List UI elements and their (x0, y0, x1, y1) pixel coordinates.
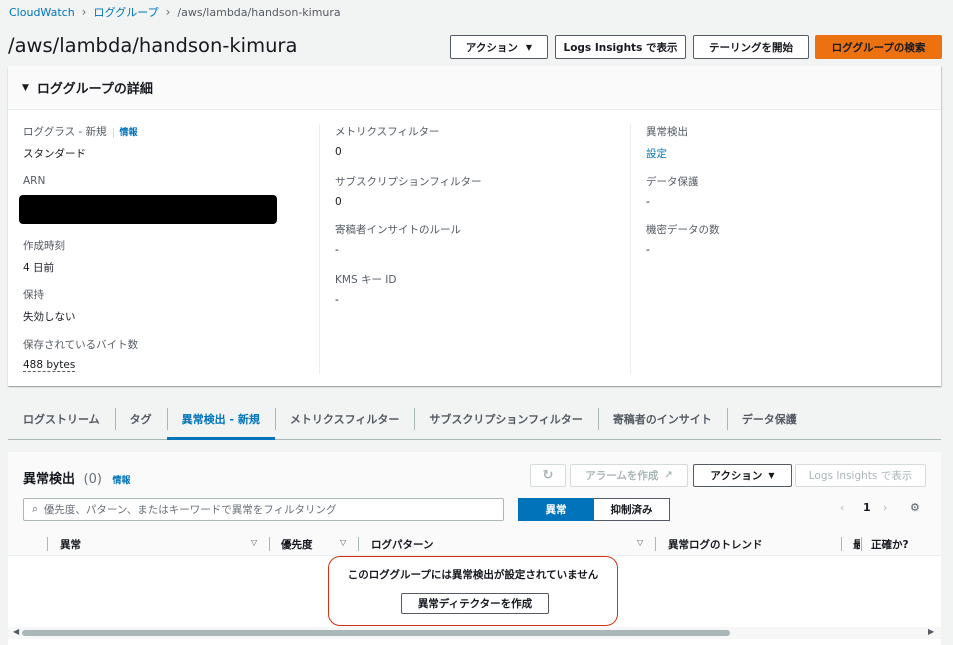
create-alarm-label: アラームを作成 (585, 470, 659, 482)
anomaly-actions-label: アクション (710, 470, 763, 482)
tab-contributor-insights[interactable]: 寄稿者のインサイト (597, 399, 727, 439)
anomaly-logs-insights-button[interactable]: Logs Insights で表示 (795, 464, 926, 487)
tab-anomaly-detection[interactable]: 異常検出 - 新規 (166, 399, 276, 440)
caret-down-icon: ▼ (768, 471, 775, 480)
sort-icon[interactable]: ▽ (251, 538, 257, 547)
breadcrumb-current: /aws/lambda/handson-kimura (177, 5, 341, 19)
scroll-right-icon[interactable]: ▶ (928, 627, 934, 636)
actions-label: アクション (465, 41, 518, 54)
search-log-group-button[interactable]: ロググループの検索 (815, 35, 942, 59)
next-page-icon[interactable]: › (883, 501, 887, 514)
subscription-filter-label: サブスクリプションフィルター (335, 176, 482, 188)
tab-metric-filters[interactable]: メトリクスフィルター (274, 399, 414, 439)
caret-down-icon: ▼ (525, 42, 533, 52)
breadcrumb-cloudwatch[interactable]: CloudWatch (9, 6, 75, 19)
stored-bytes-value[interactable]: 488 bytes (23, 359, 76, 372)
created-label: 作成時刻 (23, 240, 65, 252)
anomaly-table-header: 異常 ▽ 優先度 ▽ ログパターン ▽ 異常ログのトレンド 最 正確か? (8, 532, 941, 556)
col-truncated[interactable]: 最 (853, 537, 860, 552)
kms-key-label: KMS キー ID (335, 274, 397, 286)
subscription-filter-value: 0 (335, 196, 342, 208)
info-link[interactable]: 情報 (112, 128, 138, 138)
anomaly-label: 異常検出 (646, 126, 688, 138)
breadcrumb: CloudWatch › ロググループ › /aws/lambda/handso… (9, 4, 341, 20)
log-class-value: スタンダード (23, 148, 86, 160)
contributor-rules-value: - (335, 244, 339, 256)
anomaly-title: 異常検出 (23, 472, 76, 487)
tab-bar: ログストリーム タグ 異常検出 - 新規 メトリクスフィルター サブスクリプショ… (8, 399, 941, 440)
empty-state-message: このロググループには異常検出が設定されていません (347, 569, 599, 581)
chevron-right-icon: › (81, 5, 87, 19)
anomaly-count: (0) (83, 472, 102, 487)
data-protection-label: データ保護 (646, 176, 699, 188)
segment-anomalies[interactable]: 異常 (518, 498, 594, 521)
log-class-label: ロググラス - 新規 (23, 126, 107, 138)
create-anomaly-detector-button[interactable]: 異常ディテクターを作成 (401, 593, 549, 614)
sort-icon[interactable]: ▽ (637, 538, 643, 547)
arn-redacted-value (19, 195, 277, 224)
anomaly-actions-button[interactable]: アクション ▼ (693, 464, 792, 487)
external-link-icon: ↗ (664, 470, 673, 481)
page-title: /aws/lambda/handson-kimura (8, 34, 298, 57)
anomaly-header: 異常検出 (0) 情報 ↻ アラームを作成 ↗ アクション ▼ Logs Ins… (8, 452, 941, 532)
horizontal-scrollbar[interactable]: ◀ ▶ (8, 627, 941, 639)
col-accurate[interactable]: 正確か? (871, 537, 909, 552)
col-anomaly-trend[interactable]: 異常ログのトレンド (668, 537, 763, 552)
refresh-button[interactable]: ↻ (530, 464, 566, 487)
empty-state: このロググループには異常検出が設定されていません 異常ディテクターを作成 (328, 556, 618, 626)
kms-key-value: - (335, 294, 339, 306)
sensitive-data-label: 機密データの数 (646, 224, 720, 236)
arn-label: ARN (23, 175, 46, 187)
refresh-icon: ↻ (542, 468, 554, 483)
retention-label: 保持 (23, 289, 44, 301)
tab-log-streams[interactable]: ログストリーム (8, 399, 115, 439)
search-icon: ⌕ (32, 503, 38, 515)
sort-icon[interactable]: ▽ (340, 538, 346, 547)
caret-down-icon: ▼ (22, 82, 29, 93)
col-priority[interactable]: 優先度 (281, 537, 313, 552)
scroll-left-icon[interactable]: ◀ (13, 627, 19, 636)
contributor-rules-label: 寄稿者インサイトのルール (335, 224, 461, 236)
tab-data-protection[interactable]: データ保護 (726, 399, 812, 439)
create-alarm-button[interactable]: アラームを作成 ↗ (570, 464, 688, 487)
log-group-details-panel: ▼ ロググループの詳細 ロググラス - 新規 情報 スタンダード ARN 作成時刻… (8, 66, 941, 386)
logs-insights-button[interactable]: Logs Insights で表示 (555, 35, 686, 59)
anomaly-search-input[interactable]: ⌕ 優先度、パターン、またはキーワードで異常をフィルタリング (23, 498, 504, 521)
col-log-pattern[interactable]: ログパターン (371, 537, 433, 552)
search-placeholder: 優先度、パターン、またはキーワードで異常をフィルタリング (43, 504, 337, 516)
anomaly-detection-panel: 異常検出 (0) 情報 ↻ アラームを作成 ↗ アクション ▼ Logs Ins… (8, 452, 941, 645)
anomaly-configure-link[interactable]: 設定 (646, 148, 667, 160)
page-number[interactable]: 1 (863, 501, 871, 514)
breadcrumb-log-groups[interactable]: ロググループ (93, 4, 158, 20)
metric-filter-label: メトリクスフィルター (335, 126, 440, 138)
chevron-right-icon: › (165, 5, 171, 19)
retention-value: 失効しない (23, 311, 76, 323)
tab-subscription-filters[interactable]: サブスクリプションフィルター (414, 399, 597, 439)
metric-filter-value: 0 (335, 146, 342, 158)
sensitive-data-value: - (646, 244, 650, 256)
details-header[interactable]: ▼ ロググループの詳細 (8, 66, 941, 110)
col-anomaly[interactable]: 異常 (60, 537, 81, 552)
segment-suppressed[interactable]: 抑制済み (593, 498, 670, 521)
details-title: ロググループの詳細 (36, 82, 153, 97)
scroll-thumb[interactable] (22, 630, 730, 636)
start-tailing-button[interactable]: テーリングを開始 (693, 35, 809, 59)
tab-tags[interactable]: タグ (114, 399, 167, 439)
settings-gear-icon[interactable]: ⚙ (910, 501, 920, 514)
actions-dropdown-button[interactable]: アクション ▼ (450, 35, 548, 59)
data-protection-value: - (646, 196, 650, 208)
created-value: 4 日前 (23, 262, 55, 274)
stored-bytes-label: 保存されているバイト数 (23, 339, 139, 351)
prev-page-icon[interactable]: ‹ (840, 501, 844, 514)
info-link[interactable]: 情報 (113, 476, 131, 486)
